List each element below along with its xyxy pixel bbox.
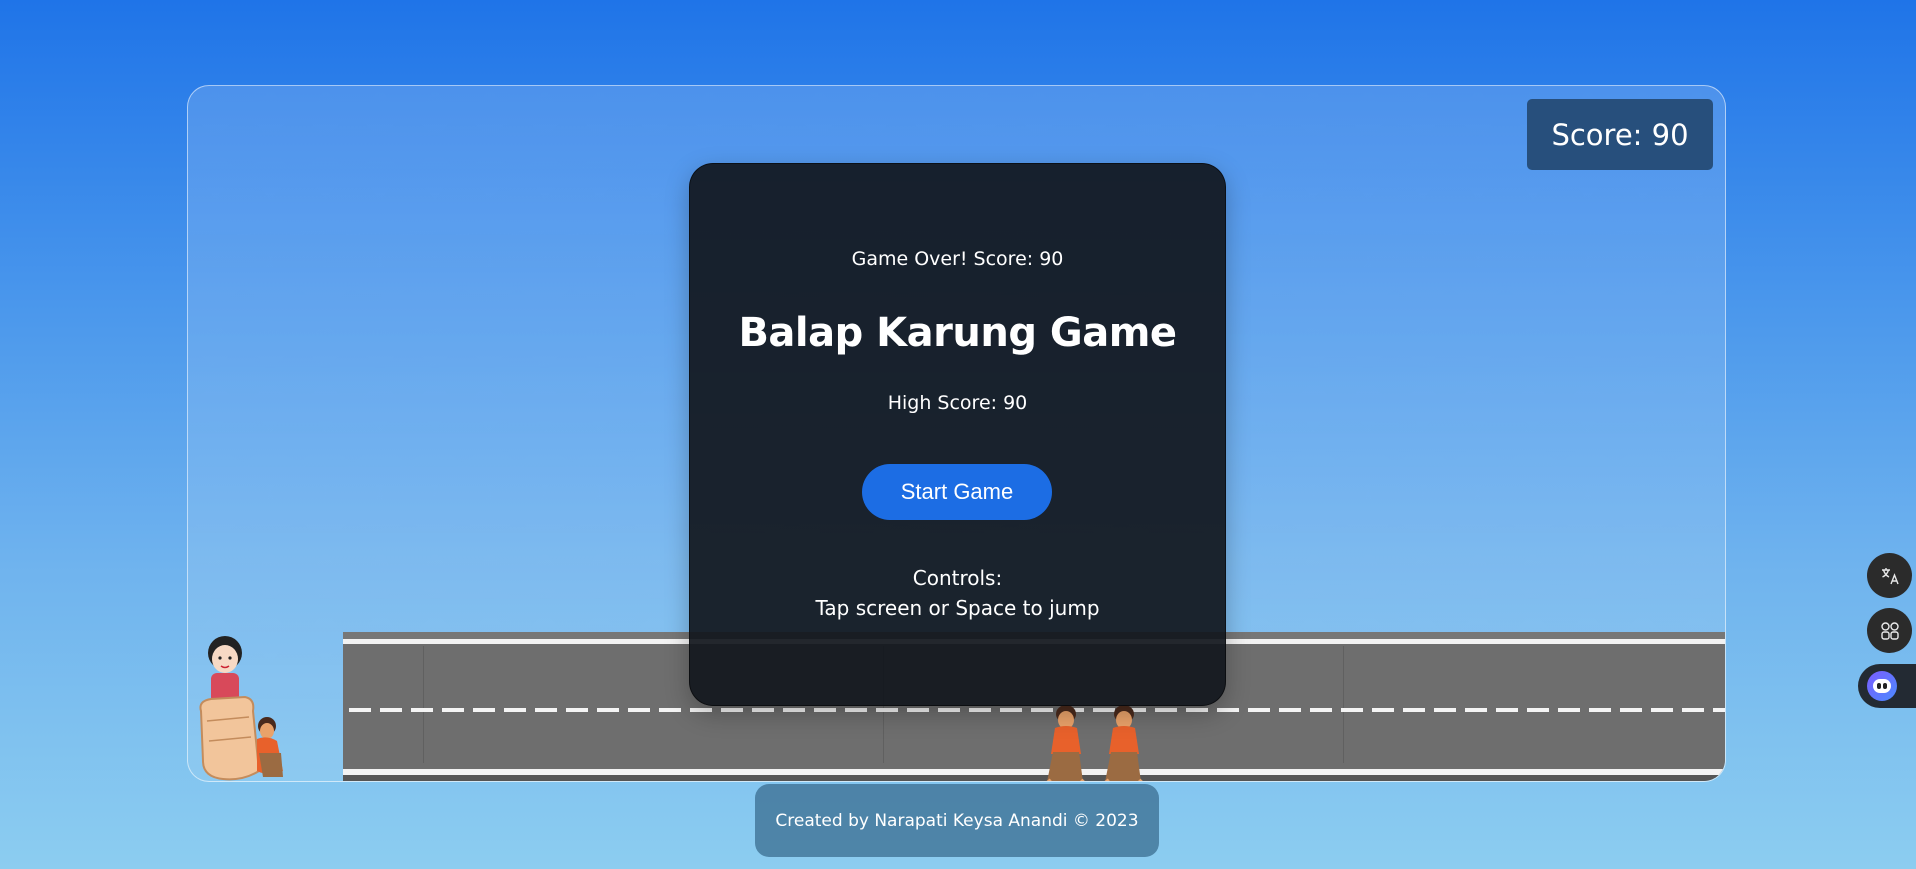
game-title: Balap Karung Game	[738, 310, 1177, 356]
obstacle-racers	[1046, 705, 1143, 781]
assistant-bot-icon	[1867, 671, 1897, 701]
controls-label: Controls:	[912, 566, 1003, 590]
translate-button[interactable]	[1867, 553, 1912, 598]
track-seam	[423, 646, 424, 763]
high-score-text: High Score: 90	[887, 392, 1028, 414]
translate-icon	[1881, 567, 1899, 584]
player-sack-racer	[199, 636, 283, 781]
game-over-dialog: Game Over! Score: 90 Balap Karung Game H…	[689, 163, 1226, 706]
game-over-message: Game Over! Score: 90	[851, 248, 1064, 270]
controls-instructions: Tap screen or Space to jump	[815, 596, 1100, 620]
score-display: Score: 90	[1527, 99, 1713, 170]
footer-credit: Created by Narapati Keysa Anandi © 2023	[755, 784, 1159, 857]
apps-button[interactable]	[1867, 608, 1912, 653]
start-game-button[interactable]: Start Game	[862, 464, 1052, 520]
assistant-tab[interactable]	[1858, 664, 1916, 708]
track-seam	[1343, 646, 1344, 763]
apps-grid-icon	[1880, 621, 1899, 640]
